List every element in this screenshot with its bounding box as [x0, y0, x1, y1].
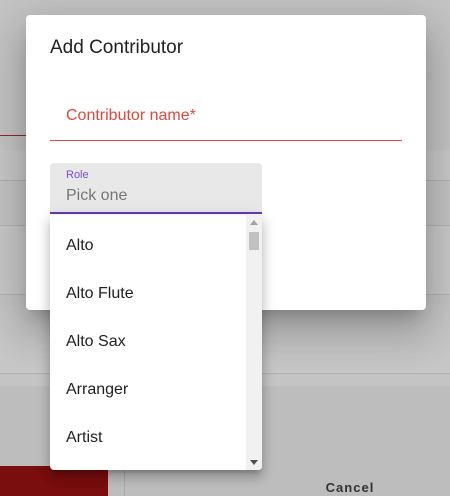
contributor-name-field[interactable]: Contributor name*	[50, 101, 402, 141]
role-option-arranger[interactable]: Arranger	[50, 366, 246, 414]
role-options-list: Alto Alto Flute Alto Sax Arranger Artist	[50, 222, 246, 462]
scrollbar-thumb[interactable]	[249, 232, 259, 250]
role-option-alto-flute[interactable]: Alto Flute	[50, 270, 246, 318]
scroll-up-arrow-icon[interactable]	[250, 220, 258, 225]
contributor-name-label: Contributor name*	[66, 107, 196, 124]
dialog-title: Add Contributor	[50, 37, 184, 58]
role-option-artist[interactable]: Artist	[50, 414, 246, 462]
role-value: Pick one	[66, 187, 128, 204]
contributor-name-underline	[50, 140, 402, 141]
scroll-down-arrow-icon[interactable]	[250, 460, 258, 465]
background-divider	[124, 466, 125, 496]
role-option-alto[interactable]: Alto	[50, 222, 246, 270]
menu-scrollbar[interactable]	[246, 215, 262, 470]
role-options-menu: Alto Alto Flute Alto Sax Arranger Artist	[50, 215, 262, 470]
role-underline	[50, 212, 262, 214]
role-select[interactable]: Role Pick one	[50, 163, 262, 214]
role-option-alto-sax[interactable]: Alto Sax	[50, 318, 246, 366]
role-label: Role	[66, 169, 89, 181]
background-cancel-button: Cancel	[325, 480, 375, 495]
background-primary-button	[0, 466, 108, 496]
